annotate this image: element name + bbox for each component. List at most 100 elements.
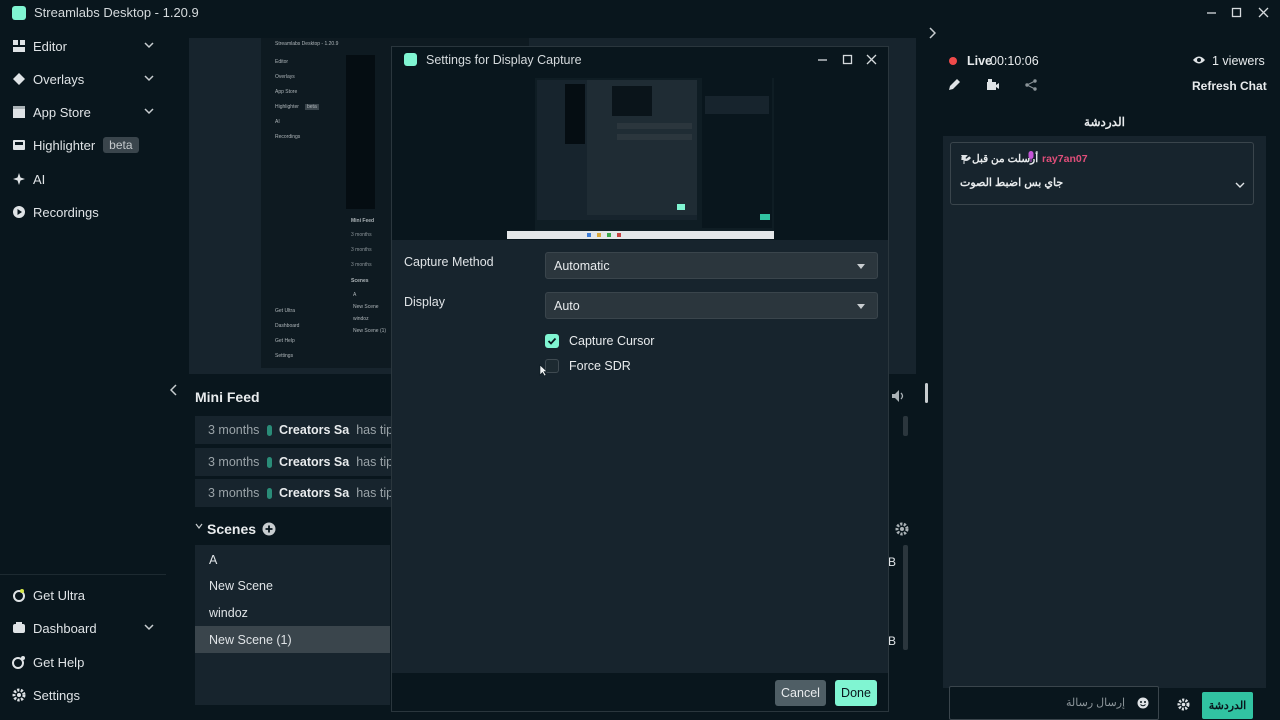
chevron-down-icon[interactable]	[144, 106, 154, 116]
preview-mirror-feed: 3 months	[351, 247, 372, 253]
refresh-chat-button[interactable]: Refresh Chat	[1192, 79, 1267, 93]
dialog-footer: Cancel Done	[392, 673, 888, 711]
scene-item[interactable]: A	[195, 546, 390, 573]
close-icon[interactable]	[1248, 0, 1278, 25]
sidebar-item-get-ultra[interactable]: Get Ultra	[0, 580, 166, 610]
help-icon	[12, 655, 26, 669]
sidebar-item-overlays[interactable]: Overlays	[0, 64, 166, 94]
pinned-message-text: جاي بس اضبط الصوت	[960, 177, 1064, 189]
preview-mirror-minifeed: Mini Feed	[351, 218, 375, 224]
scene-item-selected[interactable]: New Scene (1)	[195, 626, 390, 653]
feed-row: 3 months Creators Sa has tipp	[195, 416, 400, 444]
collapse-left-icon[interactable]	[170, 384, 178, 396]
sidebar-item-label: Get Help	[33, 654, 85, 670]
live-label: Live	[967, 54, 993, 68]
preview-mirror-nav: Get Help	[275, 338, 295, 344]
streamlabs-icon	[267, 424, 273, 436]
store-icon	[12, 105, 26, 119]
scene-item[interactable]: New Scene	[195, 572, 390, 599]
source-label-partial: B	[888, 634, 897, 648]
send-chat-button[interactable]: الدردشة	[1202, 692, 1253, 719]
capture-cursor-checkbox[interactable]	[545, 334, 559, 348]
chat-tab[interactable]: الدردشة	[943, 108, 1266, 136]
ai-sparkle-icon	[12, 172, 26, 186]
display-value: Auto	[554, 298, 580, 313]
sidebar-item-recordings[interactable]: Recordings	[0, 197, 166, 227]
beta-badge: beta	[103, 137, 139, 153]
capture-cursor-row[interactable]: Capture Cursor	[545, 332, 654, 350]
sidebar-item-label: Editor	[33, 38, 67, 54]
volume-icon[interactable]	[891, 389, 907, 403]
scrollbar[interactable]	[903, 545, 908, 650]
source-preview	[392, 72, 888, 240]
maximize-icon[interactable]	[835, 47, 860, 72]
share-icon[interactable]	[1025, 79, 1037, 91]
chevron-down-icon[interactable]	[144, 40, 154, 50]
live-timer: 00:10:06	[990, 54, 1039, 68]
cancel-button[interactable]: Cancel	[775, 680, 826, 706]
maximize-icon[interactable]	[1221, 0, 1251, 25]
camera-icon[interactable]	[986, 79, 1000, 91]
editor-icon	[12, 39, 26, 53]
emoji-icon[interactable]	[1137, 697, 1149, 709]
viewer-count: 1 viewers	[1212, 54, 1265, 68]
add-scene-icon[interactable]	[262, 522, 276, 536]
minimize-icon[interactable]	[810, 47, 835, 72]
feed-time: 3 months	[208, 486, 260, 500]
feed-time: 3 months	[208, 423, 260, 437]
preview-mirror-scene: New Scene	[353, 304, 379, 310]
scene-item[interactable]: windoz	[195, 599, 390, 626]
sidebar-item-ai[interactable]: AI	[0, 164, 166, 194]
sidebar-divider	[0, 574, 166, 575]
sidebar-item-dashboard[interactable]: Dashboard	[0, 613, 166, 643]
scrollbar[interactable]	[903, 416, 908, 436]
sidebar-item-app-store[interactable]: App Store	[0, 97, 166, 127]
chat-panel: Live 00:10:06 1 viewers Refresh Chat الد…	[928, 25, 1280, 720]
preview-mirror-nav: Highlighter	[275, 104, 299, 110]
dashboard-icon	[12, 621, 26, 635]
feed-user: Creators Sa	[279, 423, 350, 437]
chevron-down-icon[interactable]	[144, 622, 154, 632]
highlighter-icon	[12, 138, 26, 152]
force-sdr-label: Force SDR	[569, 359, 631, 373]
preview-mirror-title: Streamlabs Desktop - 1.20.9	[275, 41, 339, 47]
close-icon[interactable]	[859, 47, 884, 72]
dialog-title: Settings for Display Capture	[426, 52, 582, 67]
preview-mirror-badge: beta	[305, 104, 319, 110]
force-sdr-checkbox[interactable]	[545, 359, 559, 373]
mini-feed-title: Mini Feed	[195, 389, 260, 405]
sidebar-item-settings[interactable]: Settings	[0, 680, 166, 710]
streamlabs-icon	[267, 487, 273, 499]
sidebar: Editor Overlays App Store Highlighter be…	[0, 25, 166, 720]
chevron-down-icon[interactable]	[1235, 181, 1245, 189]
edit-icon[interactable]	[948, 78, 961, 91]
pin-icon	[960, 154, 968, 164]
sidebar-item-label: Recordings	[33, 204, 99, 220]
chevron-down-icon[interactable]	[195, 522, 203, 530]
chat-message-input[interactable]: إرسال رسالة	[949, 686, 1159, 720]
display-label: Display	[404, 295, 445, 309]
capture-cursor-label: Capture Cursor	[569, 334, 655, 348]
force-sdr-row[interactable]: Force SDR	[545, 357, 631, 375]
chat-input-placeholder: إرسال رسالة	[1066, 697, 1126, 709]
capture-method-select[interactable]: Automatic	[545, 252, 878, 279]
mouse-cursor-icon	[539, 364, 547, 377]
chat-settings-gear-icon[interactable]	[1177, 698, 1190, 711]
scenes-title: Scenes	[207, 521, 257, 537]
preview-mirror-nav: Settings	[275, 353, 294, 359]
sidebar-item-get-help[interactable]: Get Help	[0, 647, 166, 677]
scene-settings-gear-icon[interactable]	[895, 522, 909, 536]
done-button[interactable]: Done	[835, 680, 877, 706]
overlays-icon	[12, 72, 26, 86]
preview-mirror-feed: 3 months	[351, 262, 372, 268]
sidebar-item-editor[interactable]: Editor	[0, 31, 166, 61]
preview-mirror-scenes: Scenes	[351, 278, 369, 284]
chevron-down-icon[interactable]	[144, 73, 154, 83]
collapse-right-icon[interactable]	[928, 27, 936, 39]
sidebar-item-label: AI	[33, 171, 46, 187]
feed-user: Creators Sa	[279, 486, 350, 500]
display-select[interactable]: Auto	[545, 292, 878, 319]
sidebar-item-highlighter[interactable]: Highlighter beta	[0, 130, 166, 160]
sidebar-item-label: Overlays	[33, 71, 85, 87]
sidebar-item-label: Dashboard	[33, 620, 97, 636]
